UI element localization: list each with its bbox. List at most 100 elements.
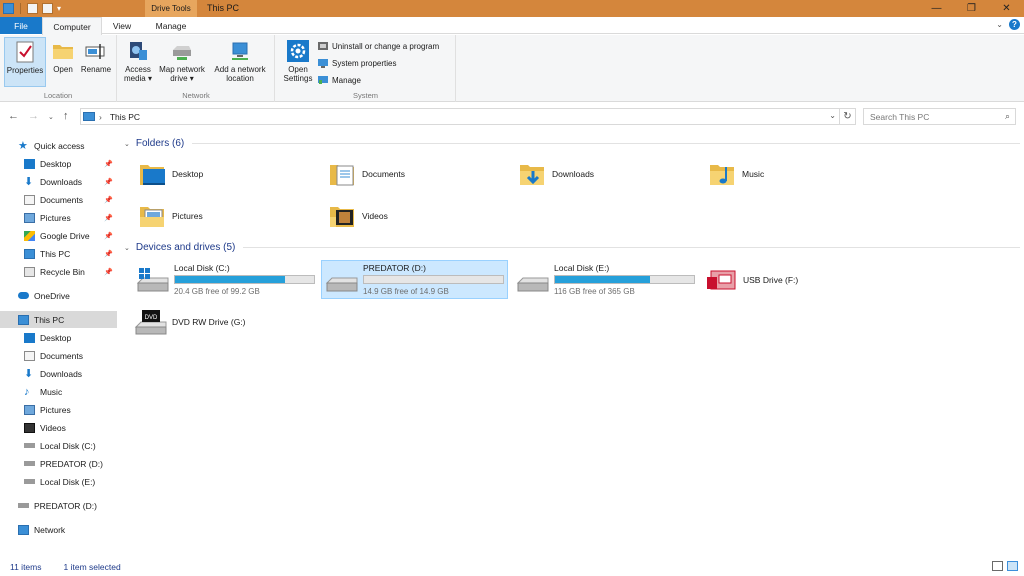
nav-pc-local-disk-c[interactable]: Local Disk (C:) — [0, 437, 117, 454]
close-icon[interactable]: ✕ — [989, 0, 1024, 17]
drive-g[interactable]: DVD DVD RW Drive (G:) — [134, 304, 274, 339]
search-input[interactable]: Search This PC ⌕ — [863, 108, 1016, 125]
manage-icon — [318, 76, 328, 84]
devices-group-header[interactable]: ⌄ Devices and drives (5) — [124, 242, 1020, 253]
tab-view[interactable]: View — [103, 17, 141, 34]
properties-button[interactable]: Properties — [4, 37, 46, 87]
documents-folder-icon — [330, 165, 354, 186]
nav-predator-d[interactable]: PREDATOR (D:) — [0, 497, 117, 514]
access-media-button[interactable]: Access media ▾ — [122, 37, 154, 83]
chevron-down-icon[interactable]: ⌄ — [124, 244, 130, 252]
pin-icon[interactable]: 📌 — [104, 214, 113, 222]
nav-quick-access[interactable]: ★ Quick access — [0, 137, 117, 154]
open-button[interactable]: Open — [50, 37, 76, 74]
item-count: 11 items — [10, 562, 42, 572]
maximize-icon[interactable]: ❐ — [954, 0, 989, 17]
map-drive-icon — [173, 46, 191, 60]
system-properties-button[interactable]: System properties — [318, 58, 396, 68]
recent-locations-icon[interactable]: ⌄ — [48, 113, 54, 121]
drive-tools-context-label: Drive Tools — [145, 0, 197, 17]
open-folder-icon — [53, 45, 73, 59]
nav-quick-recycle-bin[interactable]: Recycle Bin 📌 — [0, 263, 117, 280]
refresh-icon[interactable]: ↻ — [840, 108, 856, 125]
nav-pc-downloads[interactable]: ⬇ Downloads — [0, 365, 117, 382]
drive-d[interactable]: PREDATOR (D:) 14.9 GB free of 14.9 GB — [321, 260, 508, 299]
nav-network[interactable]: Network — [0, 521, 117, 538]
nav-pc-music[interactable]: ♪ Music — [0, 383, 117, 400]
nav-pc-pictures[interactable]: Pictures — [0, 401, 117, 418]
drive-icon — [24, 443, 35, 448]
network-group-label: Network — [182, 91, 210, 100]
pin-icon[interactable]: 📌 — [104, 250, 113, 258]
details-view-icon[interactable] — [992, 561, 1003, 571]
folders-group-header[interactable]: ⌄ Folders (6) — [124, 138, 1020, 149]
nav-quick-documents[interactable]: Documents 📌 — [0, 191, 117, 208]
folder-documents[interactable]: Documents — [328, 159, 405, 189]
new-folder-quick-icon[interactable] — [42, 3, 53, 14]
customize-qat-icon[interactable]: ▾ — [57, 4, 61, 13]
nav-quick-desktop[interactable]: Desktop 📌 — [0, 155, 117, 172]
drive-f[interactable]: USB Drive (F:) — [705, 262, 825, 297]
ribbon: Properties Open Rename Location Access m… — [0, 35, 1024, 102]
uninstall-program-button[interactable]: Uninstall or change a program — [318, 41, 439, 51]
pin-icon[interactable]: 📌 — [104, 196, 113, 204]
pin-icon[interactable]: 📌 — [104, 160, 113, 168]
tab-file[interactable]: File — [0, 17, 42, 34]
tab-manage[interactable]: Manage — [145, 17, 197, 34]
system-menu-icon[interactable] — [3, 3, 14, 14]
folder-desktop[interactable]: Desktop — [138, 159, 203, 189]
nav-onedrive[interactable]: OneDrive — [0, 287, 117, 304]
nav-quick-this-pc[interactable]: This PC 📌 — [0, 245, 117, 262]
manage-button[interactable]: Manage — [318, 75, 361, 85]
drive-name: DVD RW Drive (G:) — [172, 316, 246, 327]
drive-name: USB Drive (F:) — [743, 274, 799, 285]
search-icon[interactable]: ⌕ — [1005, 111, 1010, 122]
drive-free-space: 20.4 GB free of 99.2 GB — [174, 287, 260, 296]
drive-c[interactable]: Local Disk (C:) 20.4 GB free of 99.2 GB — [134, 260, 319, 299]
folder-downloads[interactable]: Downloads — [518, 159, 594, 189]
nav-pc-predator-d[interactable]: PREDATOR (D:) — [0, 455, 117, 472]
back-arrow-icon[interactable]: ← — [8, 110, 19, 122]
nav-pc-documents[interactable]: Documents — [0, 347, 117, 364]
pin-icon[interactable]: 📌 — [104, 178, 113, 186]
breadcrumb-separator-icon[interactable]: › — [99, 112, 102, 122]
up-arrow-icon[interactable]: ↑ — [63, 110, 69, 122]
nav-pc-videos[interactable]: Videos — [0, 419, 117, 436]
chevron-down-icon[interactable]: ⌄ — [124, 140, 130, 148]
properties-quick-icon[interactable] — [27, 3, 38, 14]
drive-e[interactable]: Local Disk (E:) 116 GB free of 365 GB — [514, 260, 699, 299]
pin-icon[interactable]: 📌 — [104, 268, 113, 276]
breadcrumb-this-pc[interactable]: This PC — [110, 112, 140, 122]
add-network-location-button[interactable]: Add a network location — [210, 37, 270, 83]
forward-arrow-icon[interactable]: → — [28, 110, 39, 122]
dvd-drive-icon: DVD — [134, 309, 167, 334]
map-network-drive-button[interactable]: Map network drive ▾ — [156, 37, 208, 83]
divider — [192, 143, 1020, 144]
location-group-label: Location — [43, 91, 73, 100]
access-media-icon — [130, 42, 147, 60]
large-icons-view-icon[interactable] — [1007, 561, 1018, 571]
nav-this-pc[interactable]: This PC — [0, 311, 117, 328]
settings-gear-icon — [287, 40, 309, 62]
minimize-icon[interactable]: — — [919, 0, 954, 17]
nav-quick-pictures[interactable]: Pictures 📌 — [0, 209, 117, 226]
nav-quick-downloads[interactable]: ⬇ Downloads 📌 — [0, 173, 117, 190]
divider — [243, 247, 1020, 248]
rename-button[interactable]: Rename — [79, 37, 113, 74]
pin-icon[interactable]: 📌 — [104, 232, 113, 240]
tab-computer[interactable]: Computer — [42, 17, 102, 35]
drive-name: PREDATOR (D:) — [363, 263, 426, 273]
address-dropdown-icon[interactable]: ⌄ — [829, 111, 836, 120]
folder-music[interactable]: Music — [708, 159, 764, 189]
drive-usage-fill — [175, 276, 285, 283]
collapse-ribbon-icon[interactable]: ⌄ — [996, 20, 1003, 29]
folder-pictures[interactable]: Pictures — [138, 201, 203, 231]
network-location-icon — [232, 42, 248, 60]
open-settings-button[interactable]: Open Settings — [280, 37, 316, 83]
nav-quick-google-drive[interactable]: Google Drive 📌 — [0, 227, 117, 244]
address-bar[interactable]: › This PC ⌄ — [80, 108, 840, 125]
nav-pc-local-disk-e[interactable]: Local Disk (E:) — [0, 473, 117, 490]
nav-pc-desktop[interactable]: Desktop — [0, 329, 117, 346]
help-icon[interactable]: ? — [1009, 19, 1020, 30]
folder-videos[interactable]: Videos — [328, 201, 388, 231]
